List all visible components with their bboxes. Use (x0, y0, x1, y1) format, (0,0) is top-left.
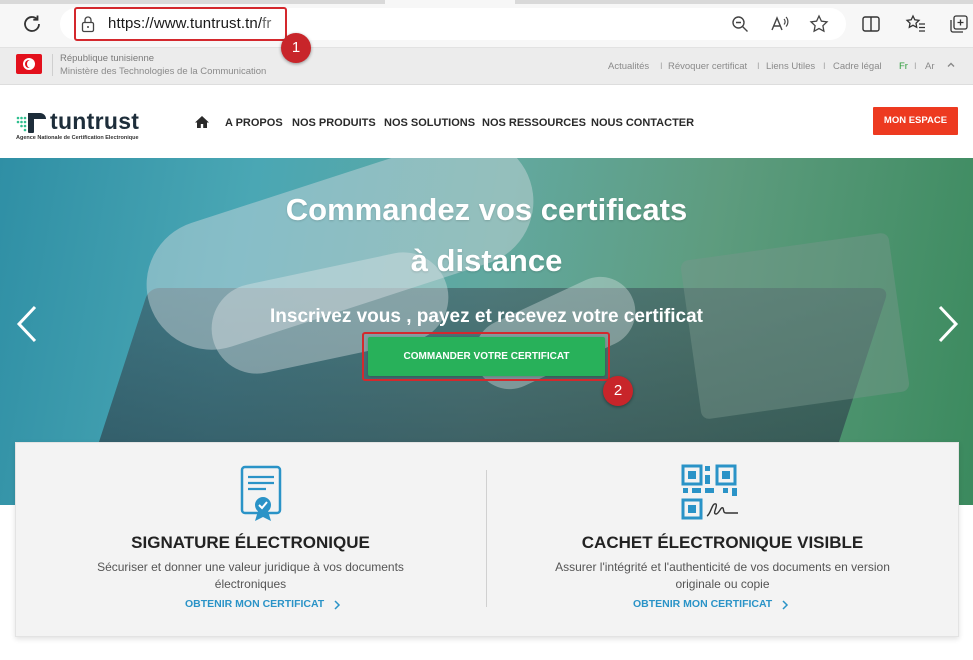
hero-subtitle: Inscrivez vous , payez et recevez votre … (270, 306, 703, 327)
collections-icon[interactable] (948, 13, 970, 35)
reload-icon[interactable] (20, 12, 44, 36)
link-separator: I (660, 61, 663, 72)
lang-fr[interactable]: Fr (899, 61, 908, 72)
hero-title-line1: Commandez vos certificats (285, 192, 688, 227)
annotation-badge-1: 1 (281, 33, 311, 63)
read-aloud-icon[interactable] (770, 14, 790, 34)
nav-nos-solutions[interactable]: NOS SOLUTIONS (384, 117, 475, 129)
chevron-right-icon[interactable] (781, 600, 789, 610)
caret-up-icon[interactable] (946, 60, 956, 70)
home-icon[interactable] (194, 115, 210, 129)
link-cadre-legal[interactable]: Cadre légal (833, 61, 882, 72)
signature-card-link[interactable]: OBTENIR MON CERTIFICAT (185, 598, 324, 610)
annotation-box-cta (362, 332, 610, 381)
cachet-card-link[interactable]: OBTENIR MON CERTIFICAT (633, 598, 772, 610)
gov-divider (52, 54, 53, 76)
republic-name: République tunisienne (60, 53, 155, 64)
tab-edge (0, 0, 385, 4)
tab-edge (515, 0, 973, 4)
tunisia-flag-icon (16, 54, 42, 74)
cachet-card-title: CACHET ÉLECTRONIQUE VISIBLE (581, 533, 864, 552)
link-liens-utiles[interactable]: Liens Utiles (766, 61, 815, 72)
nav-nos-ressources[interactable]: NOS RESSOURCES (482, 117, 586, 129)
nav-nos-produits[interactable]: NOS PRODUITS (292, 117, 376, 129)
ministry-name: Ministère des Technologies de la Communi… (60, 66, 267, 77)
nav-a-propos[interactable]: A PROPOS (225, 117, 283, 129)
link-revoquer-certificat[interactable]: Révoquer certificat (668, 61, 747, 72)
link-separator: I (757, 61, 760, 72)
signature-card-title: SIGNATURE ÉLECTRONIQUE (131, 533, 370, 552)
qr-code-icon (681, 464, 738, 520)
favorite-star-icon[interactable] (809, 14, 829, 34)
link-actualites[interactable]: Actualités (608, 61, 649, 72)
carousel-prev-arrow-icon[interactable] (14, 304, 40, 344)
annotation-box-url (74, 7, 287, 41)
logo-tagline: Agence Nationale de Certification Electr… (16, 135, 139, 141)
nav-nous-contacter[interactable]: NOUS CONTACTER (591, 117, 694, 129)
carousel-next-arrow-icon[interactable] (935, 304, 961, 344)
signature-card-desc-line1: Sécuriser et donner une valeur juridique… (97, 560, 404, 574)
chevron-right-icon[interactable] (333, 600, 341, 610)
annotation-badge-2: 2 (603, 376, 633, 406)
mon-espace-button[interactable]: MON ESPACE (873, 107, 958, 135)
tuntrust-logo-icon[interactable] (16, 111, 46, 135)
logo-wordmark[interactable]: tuntrust (50, 108, 139, 135)
signature-card-desc-line2: électroniques (214, 577, 287, 591)
link-separator: I (823, 61, 826, 72)
cachet-card-desc-line1: Assurer l'intégrité et l'authenticité de… (555, 560, 890, 574)
lang-ar[interactable]: Ar (925, 61, 935, 72)
favorites-icon[interactable] (905, 13, 927, 35)
certificate-icon (240, 465, 282, 521)
flag-crescent-cut (27, 60, 34, 68)
zoom-out-icon[interactable] (730, 14, 750, 34)
tab-strip (0, 0, 973, 4)
lang-separator: I (914, 61, 917, 72)
cachet-card-desc-line2: originale ou copie (675, 577, 770, 591)
hero-title-line2: à distance (410, 243, 563, 278)
split-screen-icon[interactable] (860, 13, 882, 35)
